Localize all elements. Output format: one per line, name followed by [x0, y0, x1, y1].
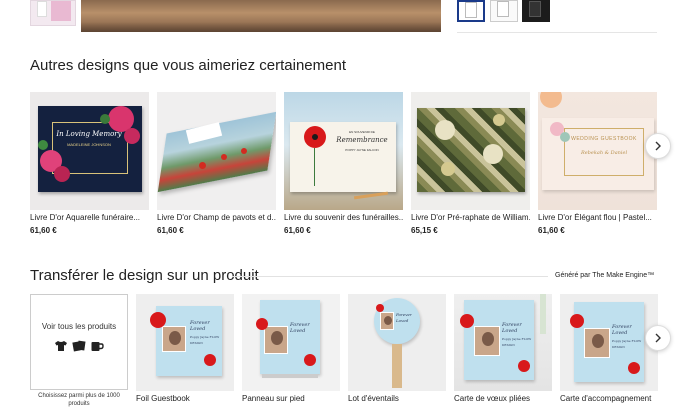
product-hero-image: [81, 0, 441, 32]
product-gallery-strip: [0, 0, 690, 34]
variant-thumbnail-black[interactable]: [522, 0, 550, 22]
product-image: EN SOUVENIR DE Remembrance POPPY JAYNE F…: [284, 92, 403, 210]
memorial-name-text: Poppy Jayne FLOW DESIGN: [190, 335, 220, 345]
memorial-script-text: Forever Loved: [190, 320, 210, 332]
carousel-next-button[interactable]: [645, 325, 671, 351]
product-name[interactable]: Livre D'or Aquarelle funéraire...: [30, 213, 149, 222]
product-price: 61,60 €: [284, 226, 311, 235]
cover-name-text: MADELEINE JOHNSON: [67, 142, 111, 147]
product-name[interactable]: Livre D'or Pré-raphate de William...: [411, 213, 530, 222]
product-name[interactable]: Lot d'éventails: [348, 394, 446, 403]
section-title-similar-designs: Autres designs que vous aimeriez certain…: [30, 57, 346, 74]
product-card[interactable]: Livre D'or Pré-raphate de William... 65,…: [411, 92, 530, 235]
mug-icon: [91, 342, 104, 351]
cards-icon: [72, 340, 86, 352]
memorial-script-text: Forever Loved: [612, 324, 632, 336]
divider: [232, 276, 548, 277]
product-card[interactable]: WEDDING GUESTBOOK Rebekah & Daniel Livre…: [538, 92, 657, 235]
view-all-caption: Choisissez parmi plus de 1000 produits: [38, 393, 120, 407]
product-image: [157, 92, 276, 210]
tshirt-icon: [55, 341, 67, 351]
memorial-script-text: Forever Loved: [502, 322, 522, 334]
product-price: 61,60 €: [157, 226, 184, 235]
memorial-script-text: Forever Loved: [396, 312, 412, 323]
product-image: WEDDING GUESTBOOK Rebekah & Daniel: [538, 92, 657, 210]
cover-script-text: In Loving Memory: [56, 130, 122, 138]
chevron-right-icon: [655, 333, 661, 343]
product-name[interactable]: Foil Guestbook: [136, 394, 234, 403]
product-name[interactable]: Livre D'or Élégant flou | Pastel...: [538, 213, 657, 222]
gallery-thumbnail[interactable]: [30, 0, 76, 26]
product-image: Forever Loved: [348, 294, 446, 391]
product-image: Forever Loved Poppy Jayne FLOW DESIGN: [560, 294, 658, 391]
product-image: Forever Loved Poppy Jayne FLOW DESIGN: [454, 294, 552, 391]
carousel-next-button[interactable]: [645, 133, 671, 159]
product-price: 61,60 €: [538, 226, 565, 235]
cover-title-text: WEDDING GUESTBOOK: [571, 136, 637, 142]
product-card[interactable]: In Loving Memory MADELEINE JOHNSON Livre…: [30, 92, 149, 235]
variant-thumbnail-blue[interactable]: [457, 0, 485, 22]
memorial-script-text: Forever Loved: [290, 322, 310, 334]
cover-script-text: Remembrance: [336, 136, 388, 144]
view-all-products-tile[interactable]: Voir tous les produits: [30, 294, 128, 390]
product-name[interactable]: Livre D'or Champ de pavots et d...: [157, 213, 276, 222]
product-card[interactable]: Livre D'or Champ de pavots et d... 61,60…: [157, 92, 276, 235]
section-title-transfer-design: Transférer le design sur un produit: [30, 267, 259, 284]
product-card[interactable]: Forever Loved Poppy Jayne FLOW DESIGN Fo…: [136, 294, 234, 403]
cover-small-text: EN SOUVENIR DE: [349, 130, 375, 134]
product-image: [411, 92, 530, 210]
cover-name-text: POPPY JAYNE FALCON: [345, 148, 379, 152]
product-name[interactable]: Panneau sur pied: [242, 394, 340, 403]
generated-by-label: Généré par The Make Engine™: [555, 272, 655, 279]
similar-designs-carousel: In Loving Memory MADELEINE JOHNSON Livre…: [30, 92, 690, 237]
product-card[interactable]: Forever Loved Poppy Jayne FLOW DESIGN Ca…: [454, 294, 552, 403]
cover-script-text: Rebekah & Daniel: [580, 150, 628, 156]
divider: [457, 32, 657, 33]
product-card[interactable]: Forever Loved Panneau sur pied: [242, 294, 340, 403]
product-image: In Loving Memory MADELEINE JOHNSON: [30, 92, 149, 210]
product-price: 65,15 €: [411, 226, 438, 235]
product-image: Forever Loved Poppy Jayne FLOW DESIGN: [136, 294, 234, 391]
variant-thumbnail-white[interactable]: [490, 0, 518, 22]
product-price: 61,60 €: [30, 226, 57, 235]
product-name[interactable]: Carte de vœux pliées: [454, 394, 552, 403]
product-name[interactable]: Carte d'accompagnement: [560, 394, 658, 403]
product-card[interactable]: Forever Loved Poppy Jayne FLOW DESIGN Ca…: [560, 294, 658, 403]
product-image: Forever Loved: [242, 294, 340, 391]
memorial-name-text: Poppy Jayne FLOW DESIGN: [612, 339, 642, 349]
memorial-name-text: Poppy Jayne FLOW DESIGN: [502, 337, 532, 347]
chevron-right-icon: [655, 141, 661, 151]
transfer-products-carousel: Voir tous les produits Choisissez parmi …: [30, 294, 690, 408]
product-name[interactable]: Livre du souvenir des funérailles...: [284, 213, 403, 222]
view-all-label: Voir tous les produits: [41, 322, 117, 331]
product-card[interactable]: EN SOUVENIR DE Remembrance POPPY JAYNE F…: [284, 92, 403, 235]
product-card[interactable]: Forever Loved Lot d'éventails: [348, 294, 446, 403]
